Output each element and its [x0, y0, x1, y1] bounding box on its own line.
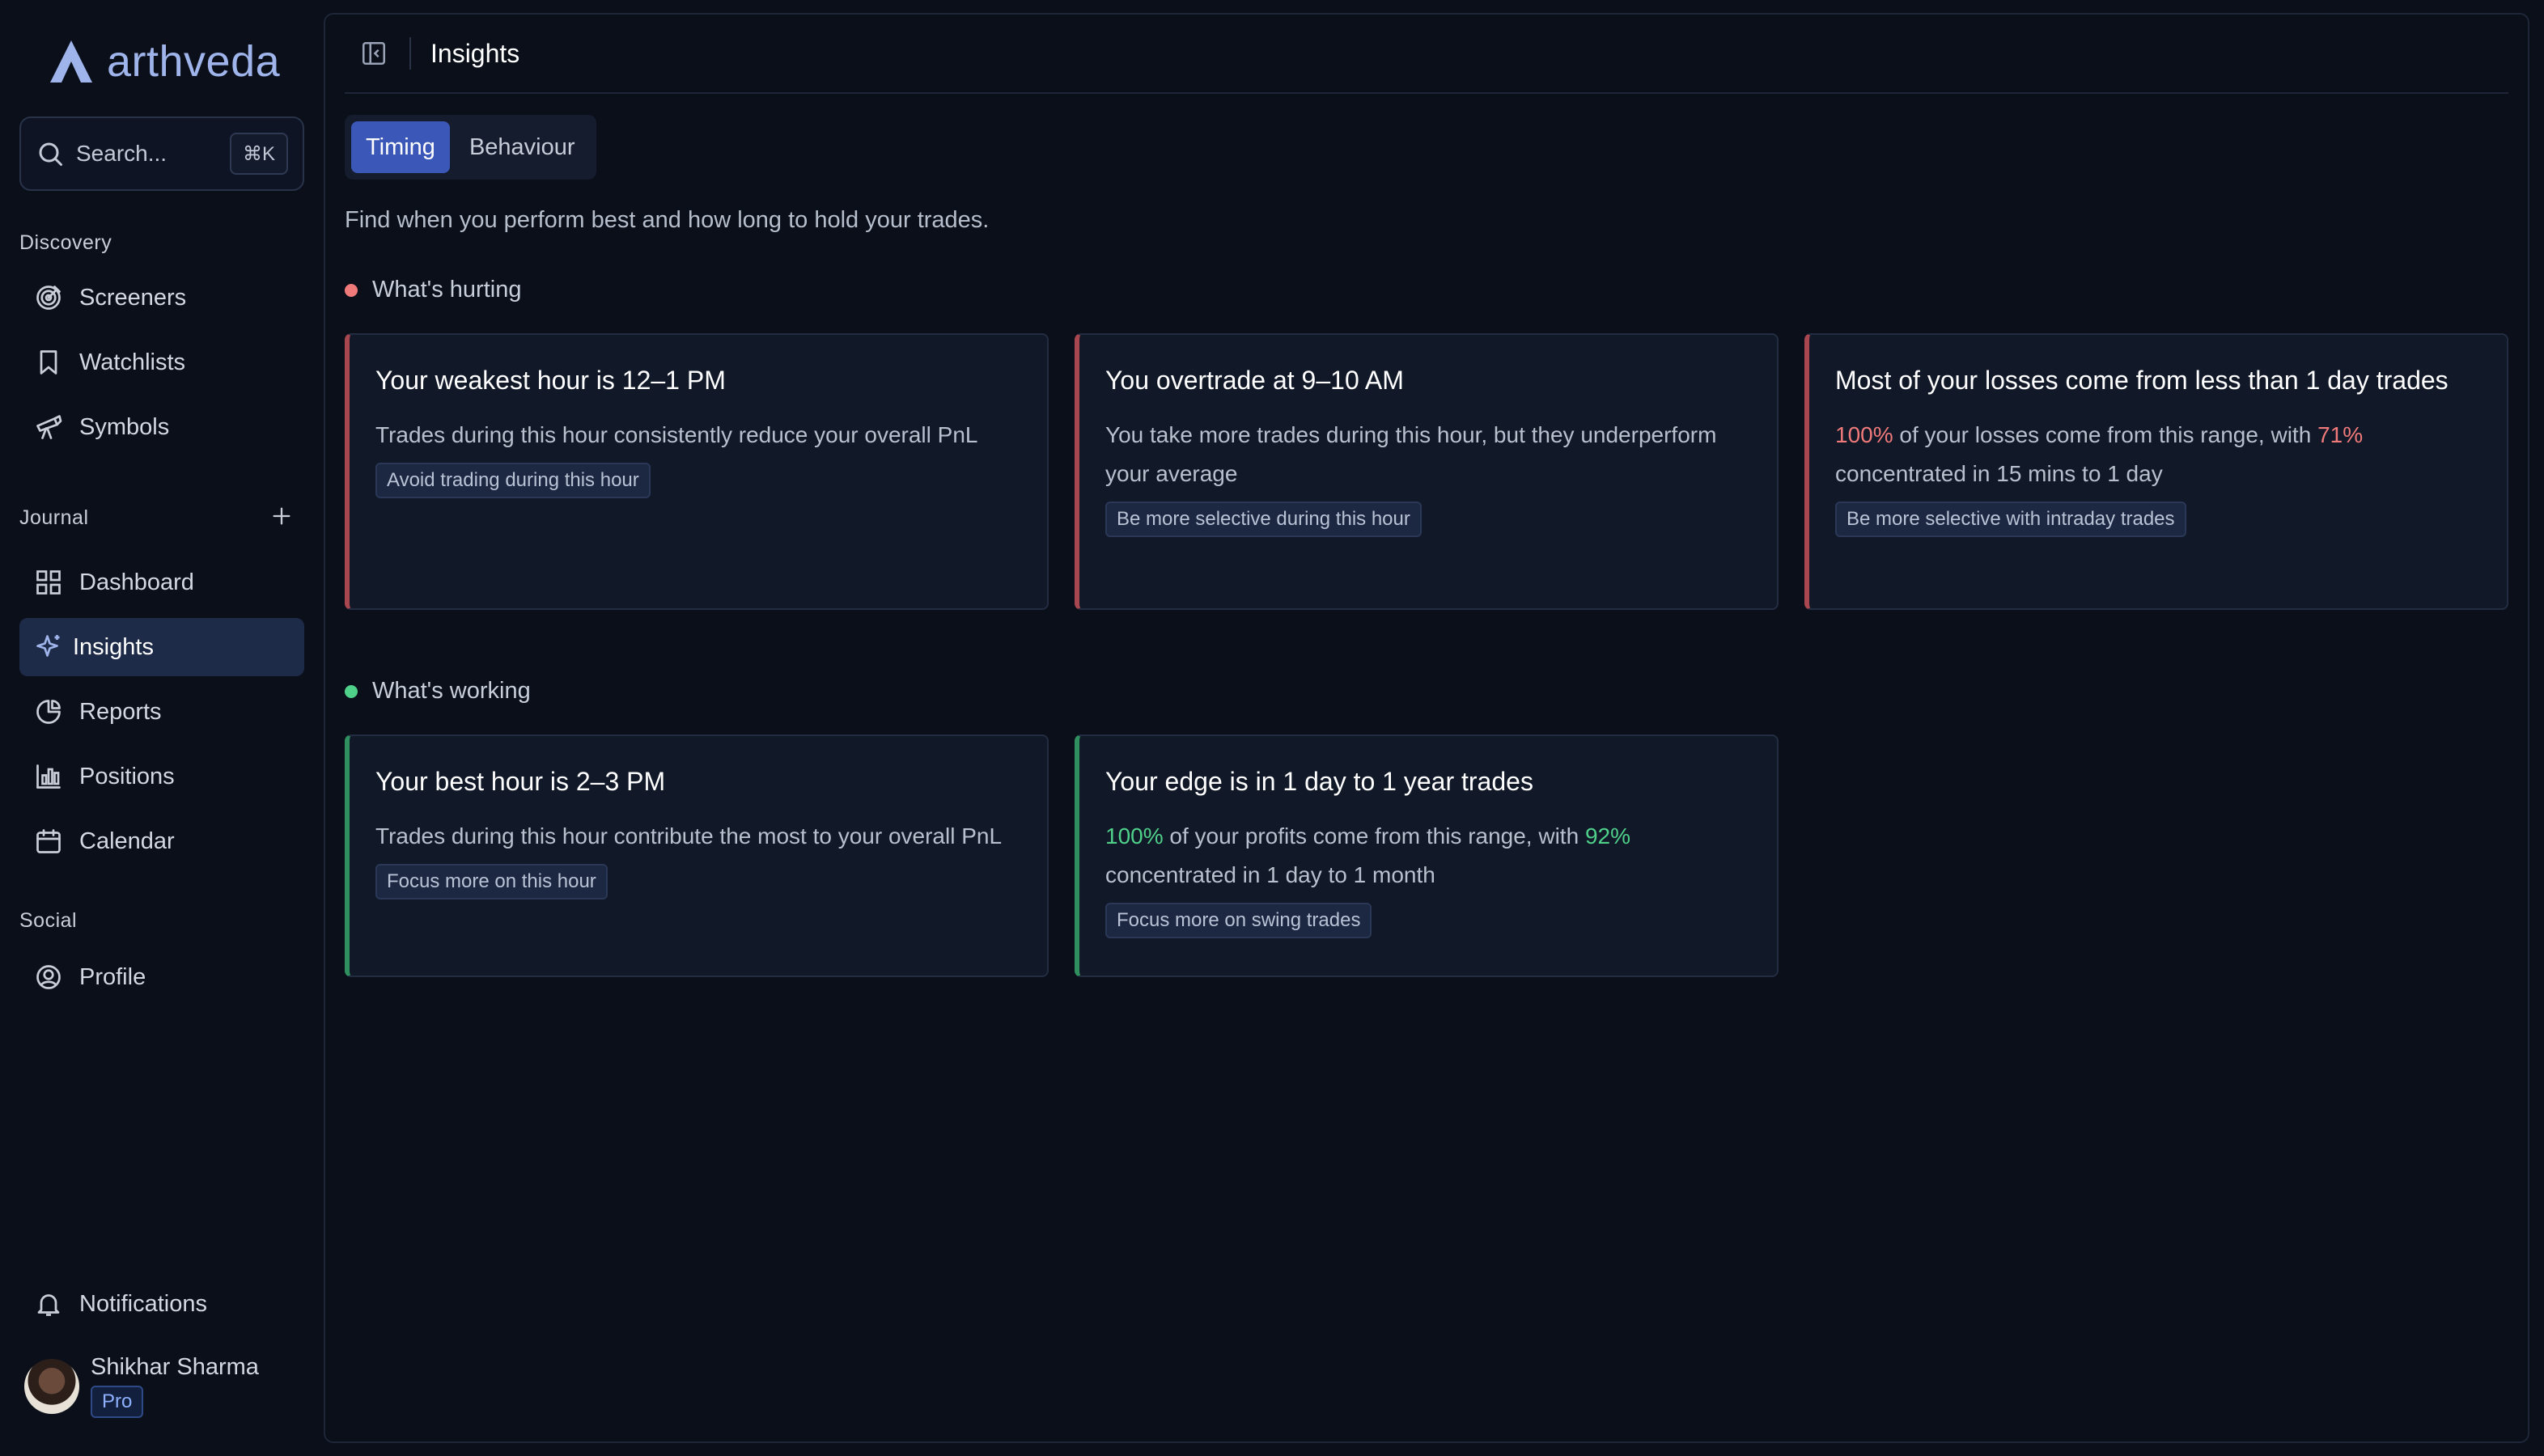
negative-dot-icon: [345, 283, 358, 297]
sidebar-item-insights[interactable]: Insights: [19, 618, 304, 676]
user-menu[interactable]: Shikhar Sharma Pro: [24, 1354, 259, 1418]
tab-behaviour[interactable]: Behaviour: [455, 121, 590, 173]
page-title: Insights: [430, 38, 520, 68]
loss-concentration-value: 71%: [2317, 422, 2364, 447]
sidebar-item-calendar[interactable]: Calendar: [19, 812, 304, 870]
panel-left-icon: [362, 41, 386, 66]
card-body: 100% of your losses come from this range…: [1835, 416, 2483, 493]
tab-bar: Timing Behaviour: [345, 115, 596, 180]
page-description: Find when you perform best and how long …: [345, 207, 990, 233]
sidebar-item-notifications[interactable]: Notifications: [19, 1275, 304, 1333]
group-label: What's working: [372, 678, 531, 704]
logo-icon: [45, 39, 97, 84]
telescope-icon: [32, 411, 65, 443]
profit-concentration-value: 92%: [1584, 823, 1630, 849]
action-chip[interactable]: Focus more on swing trades: [1105, 903, 1372, 938]
pie-chart-icon: [32, 696, 65, 728]
main-panel: Insights Timing Behaviour Find when you …: [324, 13, 2529, 1443]
profit-share-value: 100%: [1105, 823, 1164, 849]
card-body: You take more trades during this hour, b…: [1105, 422, 1717, 486]
sidebar-toggle-button[interactable]: [358, 37, 390, 70]
add-journal-button[interactable]: [267, 502, 296, 531]
card-body: Trades during this hour consistently red…: [375, 422, 978, 447]
action-chip[interactable]: Be more selective with intraday trades: [1835, 502, 2186, 537]
sidebar-item-positions[interactable]: Positions: [19, 747, 304, 806]
sidebar-item-label: Dashboard: [79, 569, 194, 595]
card-body: Trades during this hour contribute the m…: [375, 823, 1003, 849]
card-title: Most of your losses come from less than …: [1835, 366, 2449, 395]
sidebar-item-screeners[interactable]: Screeners: [19, 269, 304, 327]
search-shortcut: ⌘K: [229, 133, 288, 175]
section-social: Social: [19, 909, 78, 932]
card-title: Your weakest hour is 12–1 PM: [375, 366, 726, 395]
target-icon: [32, 281, 65, 314]
grid-icon: [32, 566, 65, 599]
sidebar-item-dashboard[interactable]: Dashboard: [19, 553, 304, 612]
card-body-text: of your losses come from this range, wit…: [1893, 422, 2318, 447]
bookmark-icon: [32, 346, 65, 379]
user-name: Shikhar Sharma: [91, 1354, 259, 1380]
divider: [409, 37, 411, 70]
sidebar-item-symbols[interactable]: Symbols: [19, 398, 304, 456]
sidebar-item-label: Screeners: [79, 284, 187, 311]
action-chip[interactable]: Avoid trading during this hour: [375, 463, 651, 498]
sparkle-icon: [32, 631, 65, 663]
plus-icon: [273, 507, 290, 525]
sidebar-item-reports[interactable]: Reports: [19, 683, 304, 741]
insight-card-weakest-hour: Your weakest hour is 12–1 PM Trades duri…: [345, 333, 1049, 610]
sidebar-item-profile[interactable]: Profile: [19, 948, 304, 1006]
card-title: Your edge is in 1 day to 1 year trades: [1105, 767, 1533, 796]
insight-card-overtrade: You overtrade at 9–10 AM You take more t…: [1075, 333, 1779, 610]
working-heading: What's working: [345, 678, 531, 705]
app-root: arthveda Search... ⌘K Discovery Screener…: [0, 0, 2544, 1456]
card-body-text: of your profits come from this range, wi…: [1163, 823, 1585, 849]
card-body-text: concentrated in 15 mins to 1 day: [1835, 461, 2163, 486]
tab-timing[interactable]: Timing: [351, 121, 450, 173]
section-discovery: Discovery: [19, 231, 112, 254]
card-body: 100% of your profits come from this rang…: [1105, 817, 1753, 895]
search-box[interactable]: Search... ⌘K: [19, 116, 304, 191]
sidebar-item-label: Notifications: [79, 1290, 207, 1317]
sidebar-item-label: Positions: [79, 763, 175, 789]
hurting-heading: What's hurting: [345, 277, 521, 303]
plan-badge: Pro: [91, 1386, 144, 1418]
search-icon: [39, 142, 62, 166]
action-chip[interactable]: Be more selective during this hour: [1105, 502, 1422, 537]
user-circle-icon: [32, 961, 65, 993]
group-label: What's hurting: [372, 277, 522, 303]
sidebar-item-label: Profile: [79, 963, 146, 990]
brand-logo[interactable]: arthveda: [45, 36, 280, 87]
sidebar-item-watchlists[interactable]: Watchlists: [19, 333, 304, 392]
card-title: You overtrade at 9–10 AM: [1105, 366, 1404, 395]
bell-icon: [32, 1288, 65, 1320]
search-placeholder: Search...: [76, 141, 167, 166]
insight-card-edge-duration: Your edge is in 1 day to 1 year trades 1…: [1075, 734, 1779, 977]
avatar: [24, 1358, 79, 1414]
brand-name: arthveda: [107, 37, 281, 86]
sidebar-item-label: Reports: [79, 698, 162, 725]
sidebar-item-label: Symbols: [79, 413, 170, 440]
card-title: Your best hour is 2–3 PM: [375, 767, 666, 796]
action-chip[interactable]: Focus more on this hour: [375, 864, 608, 899]
sidebar-item-label: Watchlists: [79, 349, 186, 375]
bar-chart-icon: [32, 760, 65, 793]
sidebar-item-label: Calendar: [79, 827, 175, 854]
section-journal: Journal: [19, 506, 89, 529]
card-body-text: concentrated in 1 day to 1 month: [1105, 862, 1435, 887]
insight-card-best-hour: Your best hour is 2–3 PM Trades during t…: [345, 734, 1049, 977]
sidebar: arthveda Search... ⌘K Discovery Screener…: [0, 0, 322, 1456]
positive-dot-icon: [345, 684, 358, 698]
top-bar: Insights: [345, 15, 2508, 94]
sidebar-item-label: Insights: [73, 633, 154, 660]
insight-card-loss-duration: Most of your losses come from less than …: [1804, 333, 2508, 610]
loss-share-value: 100%: [1835, 422, 1893, 447]
calendar-icon: [32, 825, 65, 857]
